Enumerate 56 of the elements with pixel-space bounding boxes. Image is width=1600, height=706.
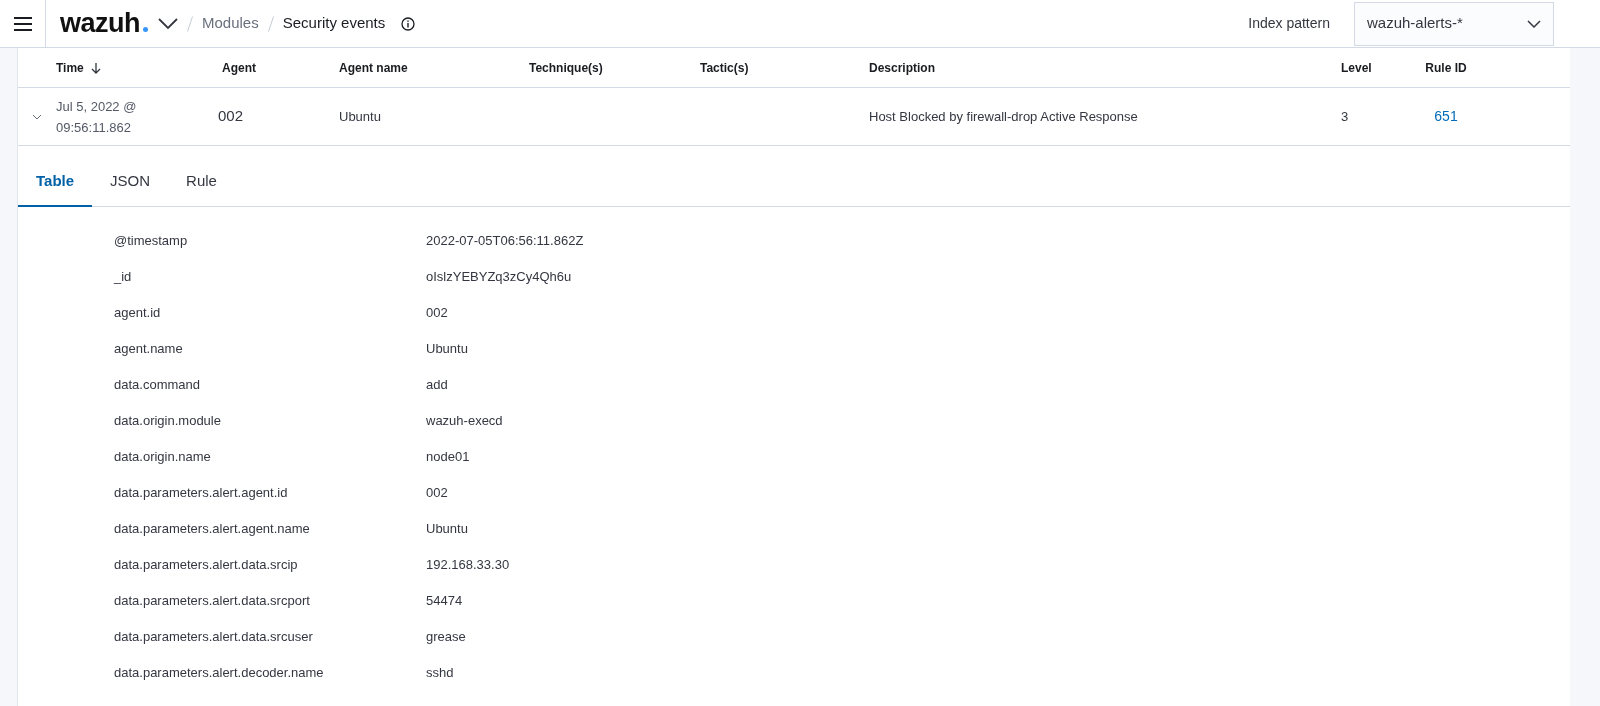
tab[interactable]: Table xyxy=(18,158,93,207)
table-cell: Host Blocked by firewall-drop Active Response xyxy=(869,108,1138,124)
column-header[interactable]: Technique(s) xyxy=(529,60,603,75)
chevron-down-icon[interactable] xyxy=(158,17,178,30)
field-name: data.parameters.alert.decoder.name xyxy=(114,663,325,682)
breadcrumb-separator-icon xyxy=(267,15,274,32)
field-name: data.parameters.alert.data.srcuser xyxy=(114,627,314,646)
field-value: 192.168.33.30 xyxy=(426,555,511,574)
field-name: @timestamp xyxy=(114,231,189,250)
field-name: data.parameters.alert.data.srcport xyxy=(114,591,311,610)
tab[interactable]: JSON xyxy=(92,158,169,207)
column-header[interactable]: Tactic(s) xyxy=(700,60,749,75)
table-cell: 002 xyxy=(218,107,244,125)
field-value: 002 xyxy=(426,483,449,502)
column-header[interactable]: Time xyxy=(56,60,84,75)
chevron-down-icon xyxy=(1527,19,1541,28)
field-value: sshd xyxy=(426,663,455,682)
field-value: add xyxy=(426,375,449,394)
info-icon[interactable] xyxy=(401,16,416,31)
field-name: data.parameters.alert.agent.id xyxy=(114,483,289,502)
field-name: data.origin.module xyxy=(114,411,222,430)
tab[interactable]: Rule xyxy=(168,158,235,207)
logo-text: wazuh xyxy=(60,7,140,41)
menu-icon xyxy=(13,16,32,31)
sort-arrow-icon[interactable] xyxy=(89,62,102,75)
field-name: agent.name xyxy=(114,339,184,358)
field-name: data.parameters.alert.data.srcip xyxy=(114,555,299,574)
field-value: grease xyxy=(426,627,467,646)
rule-id-link[interactable]: 651 xyxy=(1434,108,1458,124)
index-pattern-select[interactable]: wazuh-alerts-* xyxy=(1354,1,1554,46)
breadcrumb[interactable]: Modules xyxy=(202,12,259,35)
field-name: data.command xyxy=(114,375,201,394)
table-cell: Ubuntu xyxy=(339,108,381,124)
column-header[interactable]: Agent xyxy=(222,60,256,75)
column-header[interactable]: Rule ID xyxy=(1425,60,1467,75)
logo-dot-icon xyxy=(143,27,148,33)
breadcrumb: Security events xyxy=(282,13,386,34)
field-name: _id xyxy=(114,267,133,286)
field-name: agent.id xyxy=(114,303,162,322)
column-header[interactable]: Description xyxy=(869,60,935,75)
breadcrumb-separator-icon xyxy=(187,15,193,32)
field-value: Ubuntu xyxy=(426,339,469,358)
field-value: 002 xyxy=(426,303,449,322)
field-value: node01 xyxy=(426,447,471,466)
field-value: 54474 xyxy=(426,591,464,610)
column-header[interactable]: Agent name xyxy=(339,60,408,75)
table-cell-text: Jul 5, 2022 @ 09:56:11.862 xyxy=(56,97,138,137)
column-header[interactable]: Level xyxy=(1341,60,1372,75)
field-name: data.origin.name xyxy=(114,447,212,466)
field-value: Ubuntu xyxy=(426,519,469,538)
index-pattern-label: Index pattern xyxy=(1248,14,1330,33)
field-value: wazuh-execd xyxy=(426,411,504,430)
table-cell: 3 xyxy=(1341,108,1349,124)
field-name: data.parameters.alert.agent.name xyxy=(114,519,311,538)
field-value: 2022-07-05T06:56:11.862Z xyxy=(426,231,585,250)
field-value: oIslzYEBYZq3zCy4Qh6u xyxy=(426,267,573,286)
